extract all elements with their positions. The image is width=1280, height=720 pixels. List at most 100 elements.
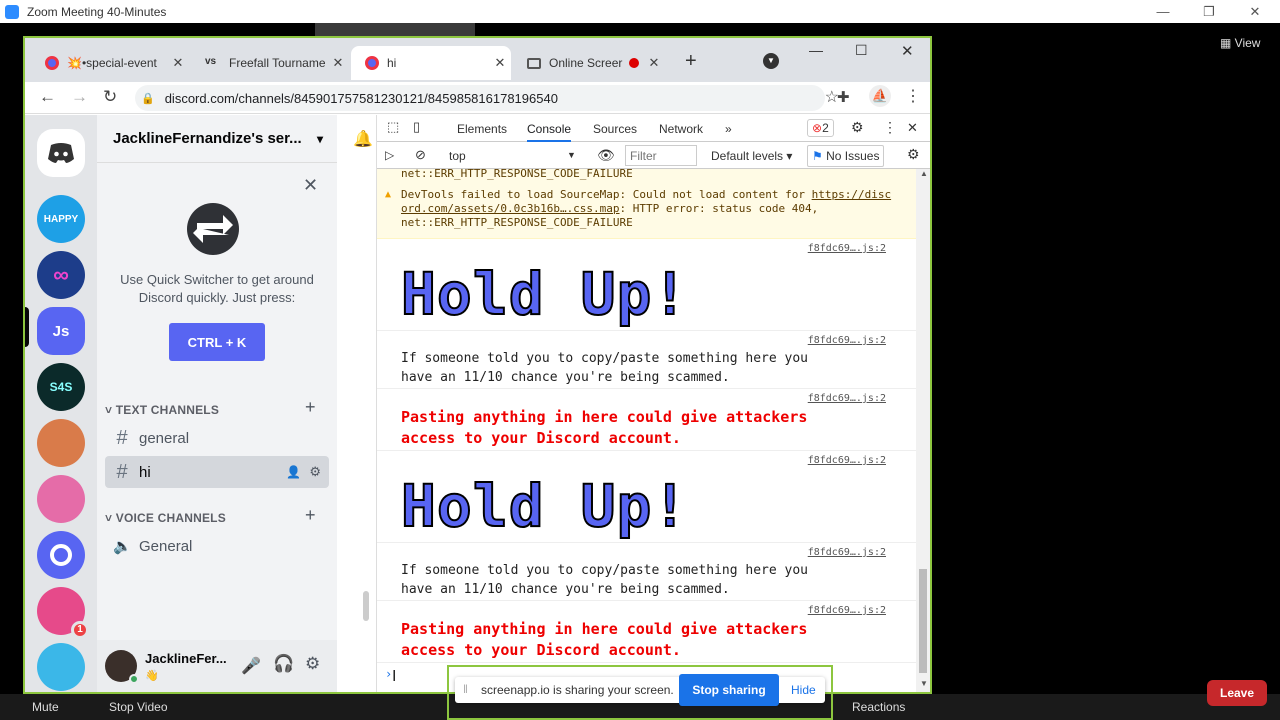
voice-channel-general[interactable]: 🔈 General xyxy=(105,530,329,562)
context-select[interactable]: top xyxy=(449,149,466,163)
tab-network[interactable]: Network xyxy=(659,122,703,136)
inspect-icon[interactable]: ⬚ xyxy=(387,119,399,135)
filter-input[interactable] xyxy=(625,145,697,166)
discord-app: HAPPY ∞ Js S4S 1 JacklineFernandize's se… xyxy=(25,115,377,692)
mute-button[interactable]: Mute xyxy=(32,700,59,714)
view-button[interactable]: ▦ View xyxy=(1220,36,1260,50)
tab-special-event[interactable]: 💥•special-event ✕ xyxy=(31,46,189,80)
kebab-menu-icon[interactable]: ⋮ xyxy=(883,119,897,136)
console-scrollbar[interactable]: ▲ ▼ xyxy=(916,169,930,692)
server-icon[interactable]: Js xyxy=(37,307,85,355)
restore-icon[interactable]: ❐ xyxy=(1186,0,1232,23)
new-tab-icon[interactable]: + xyxy=(685,50,697,73)
server-icon[interactable]: HAPPY xyxy=(37,195,85,243)
server-icon[interactable] xyxy=(37,475,85,523)
drag-handle-icon[interactable]: ‖ xyxy=(463,682,468,696)
scroll-thumb[interactable] xyxy=(919,569,927,673)
close-tab-icon[interactable]: ✕ xyxy=(489,55,511,71)
address-bar[interactable]: 🔒 discord.com/channels/84590175758123012… xyxy=(135,85,839,111)
channel-general[interactable]: # general xyxy=(105,422,329,454)
error-counter[interactable]: ⊗2 xyxy=(807,119,834,137)
source-link[interactable]: f8fdc69….js:2 xyxy=(808,605,886,616)
tab-sources[interactable]: Sources xyxy=(593,122,637,136)
clear-console-icon[interactable]: ⊘ xyxy=(415,147,426,163)
server-icon[interactable] xyxy=(37,419,85,467)
bell-icon[interactable]: 🔔 xyxy=(353,129,373,149)
hide-button[interactable]: Hide xyxy=(791,683,816,697)
back-icon[interactable]: ← xyxy=(39,87,56,107)
invite-icon[interactable]: 👤 xyxy=(286,465,301,479)
source-link[interactable]: f8fdc69….js:2 xyxy=(808,455,886,466)
window-minimize-icon[interactable]: — xyxy=(809,42,823,58)
source-link[interactable]: f8fdc69….js:2 xyxy=(808,335,886,346)
profile-icon[interactable]: ⛵ xyxy=(869,85,891,107)
tab-hi[interactable]: hi ✕ xyxy=(351,46,511,80)
more-tabs-icon[interactable]: » xyxy=(725,122,732,136)
mute-mic-icon[interactable]: 🎤 xyxy=(241,656,261,676)
ctrl-k-button[interactable]: CTRL + K xyxy=(169,323,265,361)
server-header[interactable]: JacklineFernandize's ser... ▾ xyxy=(97,115,337,163)
hashtag-icon: # xyxy=(116,426,128,449)
scrollbar[interactable] xyxy=(363,591,369,621)
channel-hi[interactable]: # hi 👤 ⚙ xyxy=(105,456,329,488)
headphones-icon[interactable]: 🎧 xyxy=(273,654,294,674)
gear-icon[interactable]: ⚙ xyxy=(851,119,864,136)
window-close-icon[interactable]: ✕ xyxy=(901,42,914,60)
close-icon[interactable]: ✕ xyxy=(303,175,318,196)
tab-console[interactable]: Console xyxy=(527,122,572,142)
minimize-icon[interactable]: — xyxy=(1140,0,1186,23)
danger-warning-text: Pasting anything in here could give atta… xyxy=(401,620,808,659)
issues-button[interactable]: ⚑ No Issues xyxy=(807,145,885,167)
text-channels-category[interactable]: ˅ TEXT CHANNELS xyxy=(105,403,219,417)
close-icon[interactable]: ✕ xyxy=(1232,0,1278,23)
server-icon[interactable]: S4S xyxy=(37,363,85,411)
server-icon[interactable] xyxy=(37,531,85,579)
scam-warning-text: If someone told you to copy/paste someth… xyxy=(401,563,808,597)
leave-button[interactable]: Leave xyxy=(1207,680,1267,706)
tab-online-screen[interactable]: Online Screer ✕ xyxy=(513,46,665,80)
discord-icon xyxy=(45,56,59,70)
console-log-entry: f8fdc69….js:2 Hold Up! xyxy=(377,451,916,543)
console-settings-icon[interactable]: ⚙ xyxy=(907,146,920,163)
tab-freefall[interactable]: vs Freefall Tourname ✕ xyxy=(191,46,349,80)
close-tab-icon[interactable]: ✕ xyxy=(643,55,665,71)
close-devtools-icon[interactable]: ✕ xyxy=(907,120,918,136)
scroll-down-icon: ▼ xyxy=(920,679,928,688)
server-icon[interactable]: 1 xyxy=(37,587,89,639)
source-link[interactable]: f8fdc69….js:2 xyxy=(808,243,886,254)
chevron-down-icon: ▼ xyxy=(567,150,576,160)
sidebar-toggle-icon[interactable]: ▷ xyxy=(385,148,394,162)
close-tab-icon[interactable]: ✕ xyxy=(327,55,349,71)
scam-warning-text: If someone told you to copy/paste someth… xyxy=(401,351,808,385)
monitor-icon xyxy=(527,57,541,69)
menu-icon[interactable]: ⋮ xyxy=(905,86,921,106)
reactions-button[interactable]: Reactions xyxy=(852,700,905,714)
extensions-icon[interactable]: ✚ xyxy=(837,88,850,106)
voice-channels-category[interactable]: ˅ VOICE CHANNELS xyxy=(105,511,226,525)
add-channel-icon[interactable]: + xyxy=(305,505,316,526)
source-link[interactable]: f8fdc69….js:2 xyxy=(808,393,886,404)
forward-icon[interactable]: → xyxy=(71,87,88,107)
close-tab-icon[interactable]: ✕ xyxy=(167,55,189,71)
source-link[interactable]: f8fdc69….js:2 xyxy=(808,547,886,558)
device-toolbar-icon[interactable]: ▯ xyxy=(413,119,420,135)
user-settings-icon[interactable]: ⚙ xyxy=(305,654,320,674)
levels-dropdown[interactable]: Default levels ▾ xyxy=(711,149,792,163)
channel-content-edge: 🔔 xyxy=(337,115,377,692)
eye-icon[interactable]: 👁 xyxy=(597,147,615,164)
selected-server-pill xyxy=(25,307,29,347)
gear-icon[interactable]: ⚙ xyxy=(309,464,321,480)
reload-icon[interactable]: ↻ xyxy=(103,87,117,107)
tab-search-icon[interactable]: ▼ xyxy=(763,53,779,69)
stop-sharing-button[interactable]: Stop sharing xyxy=(679,674,779,706)
server-list: HAPPY ∞ Js S4S 1 xyxy=(25,115,97,692)
server-icon[interactable]: ∞ xyxy=(37,251,85,299)
window-maximize-icon[interactable]: ☐ xyxy=(855,42,868,59)
unread-badge: 1 xyxy=(71,621,89,639)
discord-home-icon[interactable] xyxy=(37,129,85,177)
stop-video-button[interactable]: Stop Video xyxy=(109,700,168,714)
sourcemap-link[interactable]: https://disc xyxy=(812,188,891,201)
add-channel-icon[interactable]: + xyxy=(305,397,316,418)
server-icon[interactable] xyxy=(37,643,85,691)
tab-elements[interactable]: Elements xyxy=(457,122,507,136)
